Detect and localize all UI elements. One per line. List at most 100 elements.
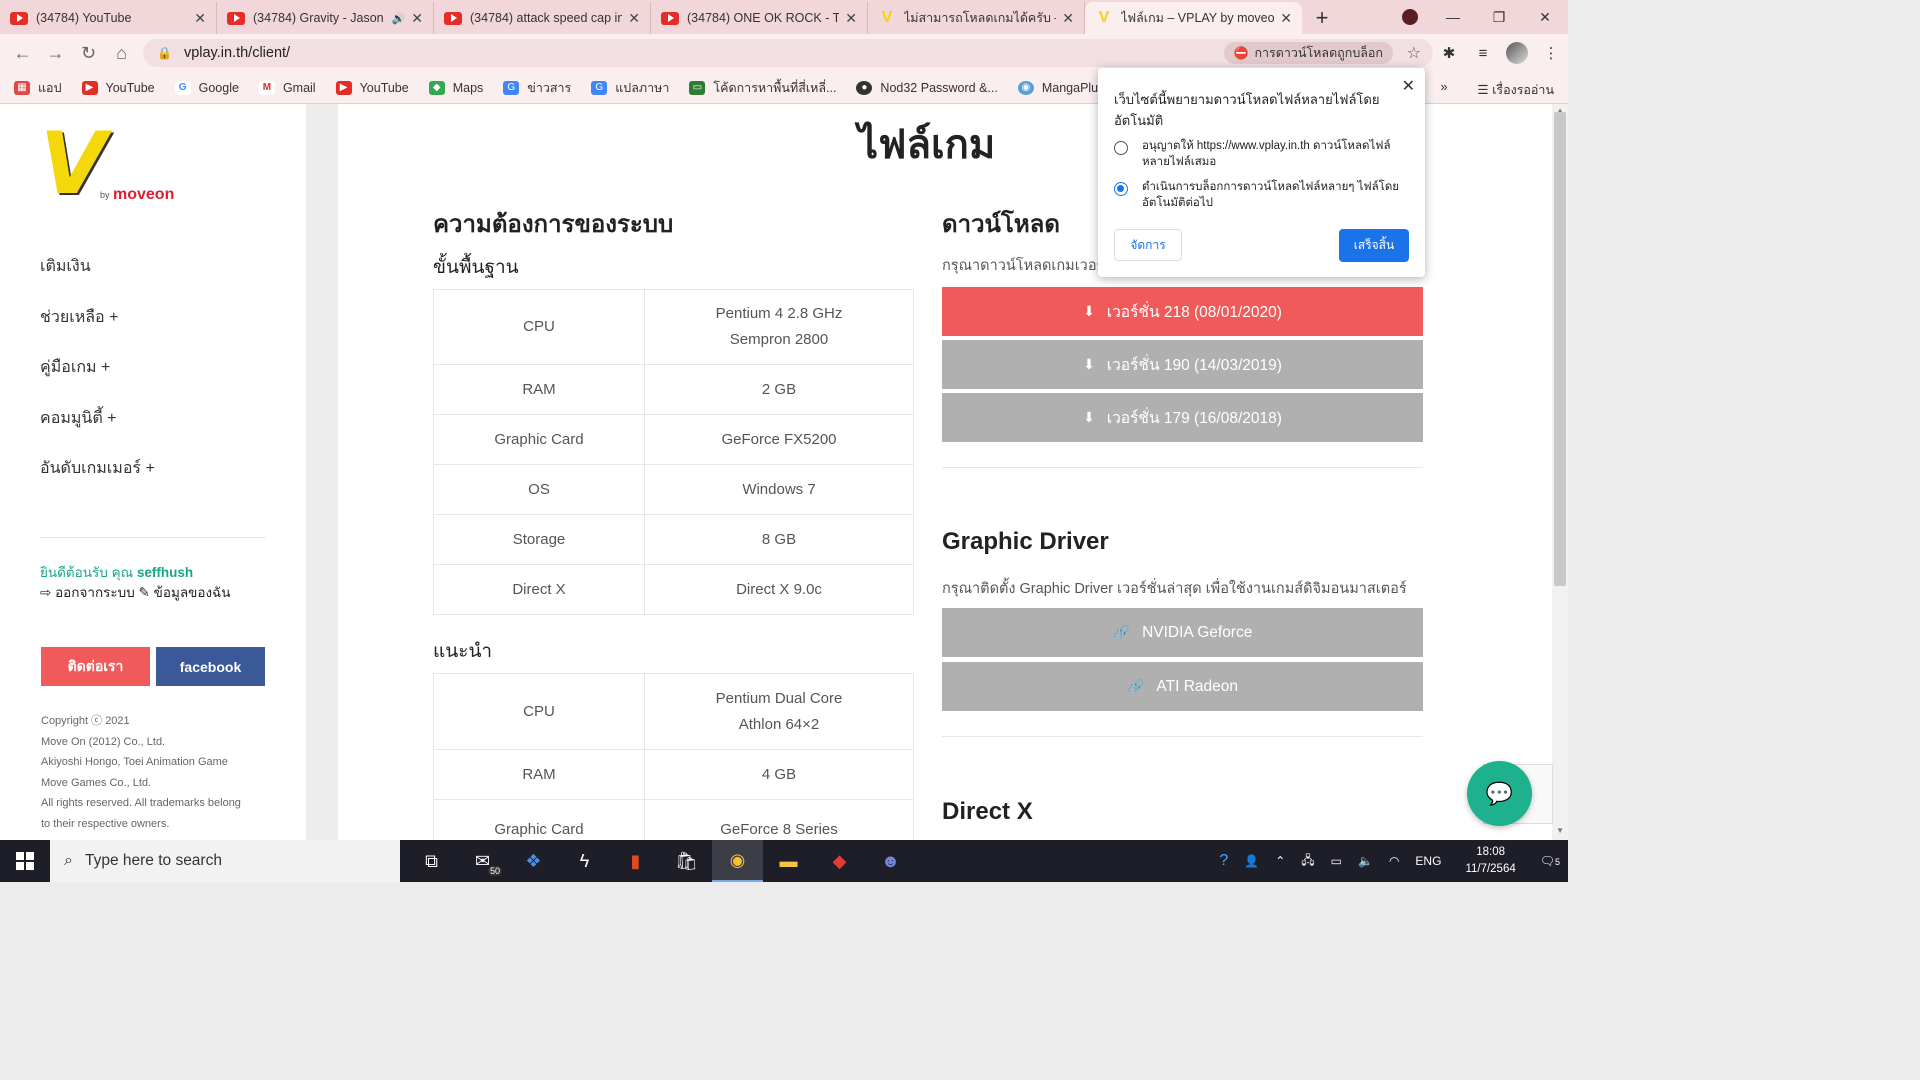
- youtube-icon: ▶: [81, 80, 98, 95]
- manage-button[interactable]: จัดการ: [1114, 229, 1182, 261]
- home-icon[interactable]: ⌂: [105, 43, 138, 64]
- language-indicator[interactable]: ENG: [1415, 854, 1441, 868]
- lock-icon[interactable]: 🔒: [157, 46, 172, 60]
- facebook-button[interactable]: facebook: [156, 647, 265, 686]
- page-title: ไฟล์เกม: [858, 122, 996, 168]
- more-bookmarks-icon[interactable]: »: [1440, 80, 1447, 100]
- block-option[interactable]: ดำเนินการบล็อกการดาวน์โหลดไฟล์หลายๆ ไฟล์…: [1114, 179, 1402, 211]
- people-icon[interactable]: 👤: [1244, 854, 1259, 868]
- restore-icon[interactable]: ❐: [1476, 0, 1522, 34]
- help-icon[interactable]: ?: [1219, 852, 1228, 870]
- store-icon[interactable]: 🛍: [661, 840, 712, 882]
- my-info-link[interactable]: ✎ ข้อมูลของฉัน: [139, 585, 231, 600]
- link-icon: 🔗: [1112, 624, 1131, 640]
- tab-youtube-3[interactable]: (34784) attack speed cap in ✕: [434, 2, 651, 34]
- bookmark-news[interactable]: G ข่าวสาร: [503, 78, 571, 98]
- bookmark-nod32[interactable]: ● Nod32 Password &...: [856, 80, 998, 95]
- username[interactable]: seffhush: [137, 565, 193, 580]
- notification-count: 5: [1554, 857, 1560, 867]
- bookmark-apps[interactable]: ▦ แอป: [14, 78, 62, 98]
- task-view-icon[interactable]: ⧉: [406, 840, 457, 882]
- lightning-app-icon[interactable]: ϟ: [559, 840, 610, 882]
- forward-icon[interactable]: →: [39, 43, 72, 64]
- bookmark-star-icon[interactable]: ☆: [1407, 43, 1421, 63]
- scroll-down-icon[interactable]: ▼: [1556, 826, 1564, 835]
- tab-title: ไฟล์เกม – VPLAY by moveon: [1121, 11, 1275, 25]
- sidebar-item-community[interactable]: คอมมูนิตี้ +: [40, 406, 155, 457]
- bookmark-youtube-2[interactable]: ▶ YouTube: [335, 80, 409, 95]
- allow-option[interactable]: อนุญาตให้ https://www.vplay.in.th ดาวน์โ…: [1114, 138, 1402, 170]
- speaker-icon[interactable]: 🔊: [392, 12, 406, 25]
- done-button[interactable]: เสร็จสิ้น: [1339, 229, 1409, 262]
- scrollbar-thumb[interactable]: [1554, 112, 1566, 586]
- chat-bubble-button[interactable]: 💬: [1467, 761, 1532, 826]
- office-icon[interactable]: ▮: [610, 840, 661, 882]
- nvidia-driver-button[interactable]: 🔗 NVIDIA Geforce: [942, 608, 1423, 657]
- tab-search-icon[interactable]: [1402, 9, 1418, 25]
- vplay-logo[interactable]: V by moveon: [40, 121, 180, 214]
- close-icon[interactable]: ✕: [845, 10, 857, 27]
- download-v218-button[interactable]: ⬇ เวอร์ชั่น 218 (08/01/2020): [942, 287, 1423, 336]
- close-icon[interactable]: ✕: [411, 10, 423, 27]
- bookmark-translate[interactable]: G แปลภาษา: [591, 78, 669, 98]
- chevron-up-icon[interactable]: ⌃: [1275, 854, 1285, 868]
- url-text[interactable]: vplay.in.th/client/: [184, 45, 290, 61]
- reading-list-label: เรื่องรออ่าน: [1492, 83, 1554, 97]
- battery-icon[interactable]: ▭: [1331, 854, 1342, 868]
- game-app-icon[interactable]: ◆: [814, 840, 865, 882]
- bookmark-maps[interactable]: ◆ Maps: [428, 80, 483, 95]
- tab-youtube-2[interactable]: (34784) Gravity - Jason 🔊 ✕: [217, 2, 434, 34]
- back-icon[interactable]: ←: [6, 43, 39, 64]
- wifi-icon[interactable]: ◠: [1389, 854, 1399, 868]
- volume-icon[interactable]: 🔈: [1358, 854, 1373, 868]
- bookmark-code[interactable]: ▭ โค้ดการหาพื้นที่สี่เหลี่...: [689, 78, 836, 98]
- tab-youtube-4[interactable]: (34784) ONE OK ROCK - Th ✕: [651, 2, 868, 34]
- media-control-icon[interactable]: ≡: [1466, 45, 1500, 62]
- reload-icon[interactable]: ↻: [72, 43, 105, 64]
- bookmark-gmail[interactable]: M Gmail: [258, 80, 316, 95]
- minimize-icon[interactable]: —: [1430, 0, 1476, 34]
- new-tab-button[interactable]: +: [1302, 2, 1342, 34]
- close-icon[interactable]: ✕: [1280, 10, 1292, 27]
- tab-vplay-1[interactable]: V ไม่สามารถโหลดเกมได้ครับ – VPL ✕: [868, 2, 1085, 34]
- sidebar-item-help[interactable]: ช่วยเหลือ +: [40, 305, 155, 356]
- page-scrollbar[interactable]: ▲ ▼: [1520, 104, 1568, 840]
- chrome-icon[interactable]: ◉: [712, 840, 763, 882]
- logout-link[interactable]: ⇨ ออกจากระบบ: [40, 585, 135, 600]
- allow-radio[interactable]: [1114, 141, 1128, 155]
- sidebar-item-ranking[interactable]: อันดับเกมเมอร์ +: [40, 456, 155, 507]
- download-blocked-chip[interactable]: ⛔ การดาวน์โหลดถูกบล็อก: [1223, 42, 1393, 64]
- close-icon[interactable]: ✕: [194, 10, 206, 27]
- close-window-icon[interactable]: ✕: [1522, 0, 1568, 34]
- tab-title: (34784) YouTube: [36, 11, 132, 25]
- file-explorer-icon[interactable]: ▬: [763, 840, 814, 882]
- close-icon[interactable]: ✕: [628, 10, 640, 27]
- sidebar-item-guide[interactable]: คู่มือเกม +: [40, 355, 155, 406]
- download-v179-button[interactable]: ⬇ เวอร์ชั่น 179 (16/08/2018): [942, 393, 1423, 442]
- tab-youtube-1[interactable]: (34784) YouTube ✕: [0, 2, 217, 34]
- network-icon[interactable]: 🖧: [1301, 851, 1314, 872]
- download-v190-button[interactable]: ⬇ เวอร์ชั่น 190 (14/03/2019): [942, 340, 1423, 389]
- close-icon[interactable]: ✕: [1402, 76, 1415, 96]
- dropbox-icon[interactable]: ❖: [508, 840, 559, 882]
- contact-button[interactable]: ติดต่อเรา: [41, 647, 150, 686]
- clock[interactable]: 18:08 11/7/2564: [1465, 844, 1515, 878]
- discord-icon[interactable]: ☻: [865, 840, 916, 882]
- notification-icon[interactable]: 🗨5: [1540, 854, 1560, 868]
- start-button[interactable]: [0, 840, 50, 882]
- menu-kebab-icon[interactable]: ⋮: [1534, 44, 1568, 62]
- block-radio[interactable]: [1114, 182, 1128, 196]
- sidebar-item-topup[interactable]: เติมเงิน: [40, 254, 155, 305]
- table-row: Direct X Direct X 9.0c: [433, 564, 914, 615]
- ati-driver-button[interactable]: 🔗 ATI Radeon: [942, 662, 1423, 711]
- tab-vplay-active[interactable]: V ไฟล์เกม – VPLAY by moveon ✕: [1085, 2, 1302, 34]
- reading-list-button[interactable]: ☰ เรื่องรออ่าน: [1477, 80, 1554, 100]
- address-bar[interactable]: 🔒 vplay.in.th/client/ ⛔ การดาวน์โหลดถูกบล…: [143, 39, 1433, 67]
- taskbar-search[interactable]: ⌕ Type here to search: [50, 840, 400, 882]
- bookmark-google[interactable]: G Google: [174, 80, 239, 95]
- mail-icon[interactable]: ✉ 50: [457, 840, 508, 882]
- bookmark-youtube[interactable]: ▶ YouTube: [81, 80, 155, 95]
- avatar[interactable]: [1506, 42, 1528, 64]
- extensions-icon[interactable]: ✱: [1432, 44, 1466, 62]
- close-icon[interactable]: ✕: [1062, 10, 1074, 27]
